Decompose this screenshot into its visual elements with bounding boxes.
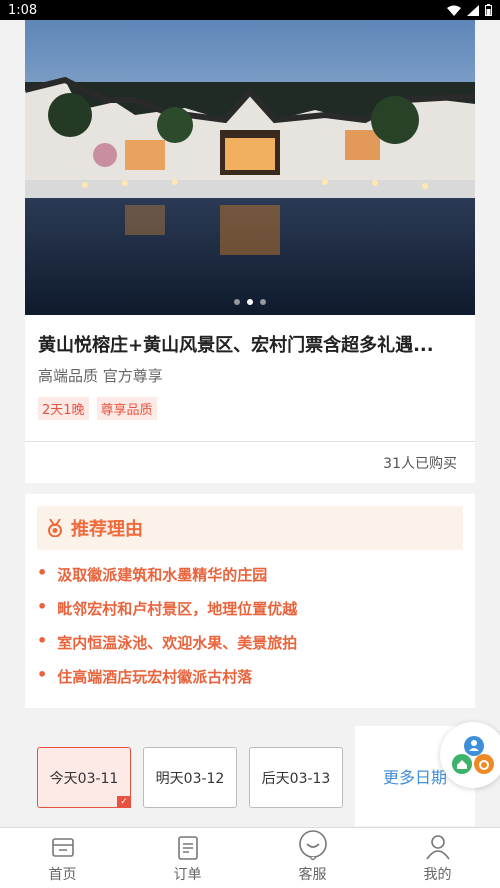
reasons-list: • 汲取徽派建筑和水墨精华的庄园 • 毗邻宏村和卢村景区，地理位置优越 • 室内恒温泳… <box>37 564 297 700</box>
recommend-reasons-card: 推荐理由 • 汲取徽派建筑和水墨精华的庄园 • 毗邻宏村和卢村景区，地理位置优越 •… <box>25 494 475 708</box>
date-option-label: 明天03-12 <box>155 770 225 787</box>
reason-item: • 汲取徽派建筑和水墨精华的庄园 <box>37 563 268 585</box>
home-icon <box>51 838 74 857</box>
date-option-today[interactable]: 今天03-11 ✓ <box>37 747 131 808</box>
hero-image <box>25 20 475 315</box>
carousel-dots <box>25 299 475 305</box>
status-time: 1:08 <box>8 2 38 18</box>
tab-orders[interactable]: 订单 <box>125 828 250 888</box>
tab-label: 我的 <box>423 867 452 883</box>
sold-count: 31人已购买 <box>383 456 457 472</box>
date-option-tomorrow[interactable]: 明天03-12 <box>143 747 237 808</box>
floating-menu-icon <box>452 736 494 774</box>
date-option-label: 今天03-11 <box>49 770 119 787</box>
reason-item: • 毗邻宏村和卢村景区，地理位置优越 <box>37 597 298 619</box>
product-subtitle: 高端品质 官方尊享 <box>38 367 163 385</box>
date-option-day-after[interactable]: 后天03-13 <box>249 747 343 808</box>
date-options: 今天03-11 ✓ 明天03-12 后天03-13 <box>25 726 350 826</box>
bottom-tab-bar: 首页 订单 客服 我的 <box>0 827 500 888</box>
product-tags: 2天1晚 尊享品质 <box>38 397 157 420</box>
divider <box>25 441 475 442</box>
date-selector: 今天03-11 ✓ 明天03-12 后天03-13 更多日期 <box>25 726 475 826</box>
tag-quality: 尊享品质 <box>96 397 157 420</box>
reason-text: 毗邻宏村和卢村景区，地理位置优越 <box>57 600 298 618</box>
hero-carousel[interactable] <box>25 20 475 315</box>
status-icons <box>447 4 492 16</box>
product-info-card: 黄山悦榕庄+黄山风景区、宏村门票含超多礼遇... 高端品质 官方尊享 2天1晚 … <box>25 315 475 483</box>
tag-duration: 2天1晚 <box>38 397 89 420</box>
reason-item: • 室内恒温泳池、欢迎水果、美景旅拍 <box>37 631 298 653</box>
product-title: 黄山悦榕庄+黄山风景区、宏村门票含超多礼遇... <box>38 335 434 356</box>
reason-text: 住高端酒店玩宏村徽派古村落 <box>57 668 253 686</box>
status-bar: 1:08 <box>0 0 500 20</box>
reason-text: 汲取徽派建筑和水墨精华的庄园 <box>57 566 268 584</box>
carousel-dot[interactable] <box>247 299 253 305</box>
battery-icon <box>485 4 492 16</box>
date-option-label: 后天03-13 <box>261 770 331 787</box>
tab-label: 订单 <box>173 867 202 883</box>
floating-menu-button[interactable] <box>440 722 500 788</box>
profile-icon <box>425 835 450 860</box>
check-icon: ✓ <box>117 796 131 808</box>
wifi-icon <box>447 5 461 16</box>
service-icon <box>298 830 327 860</box>
reason-text: 室内恒温泳池、欢迎水果、美景旅拍 <box>57 634 298 652</box>
reason-item: • 住高端酒店玩宏村徽派古村落 <box>37 665 253 687</box>
reasons-header: 推荐理由 <box>37 506 463 550</box>
order-icon <box>177 836 198 860</box>
signal-icon <box>467 4 479 16</box>
tab-profile[interactable]: 我的 <box>375 828 500 888</box>
tab-service[interactable]: 客服 <box>250 828 375 888</box>
reasons-title: 推荐理由 <box>71 519 143 540</box>
medal-icon <box>48 519 62 537</box>
tab-home[interactable]: 首页 <box>0 828 125 888</box>
tab-label: 客服 <box>298 867 327 883</box>
carousel-dot[interactable] <box>234 299 240 305</box>
tab-label: 首页 <box>48 867 77 883</box>
carousel-dot[interactable] <box>260 299 266 305</box>
